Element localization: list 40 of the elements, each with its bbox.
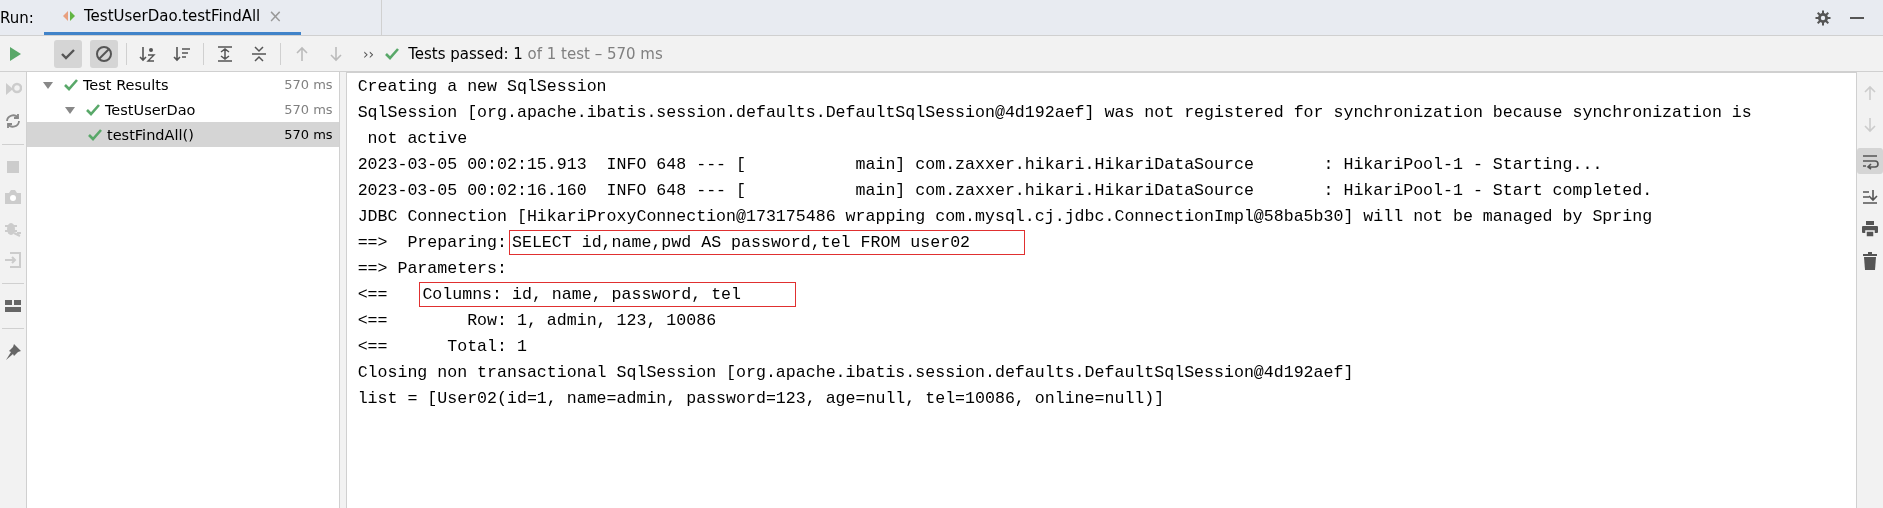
console-line: ==> Preparing: [357, 232, 507, 252]
console-line: <== [357, 284, 389, 304]
rerun-toggle-icon[interactable] [4, 112, 22, 130]
console-line: list = [User02(id=1, name=admin, password=123, age=null, tel=10086, online=null)] [357, 388, 1165, 408]
no-entry-icon [95, 44, 113, 63]
scroll-to-end-icon[interactable] [1861, 188, 1879, 206]
run-tab[interactable]: TestUserDao.testFindAll × [44, 0, 301, 35]
print-icon[interactable] [1861, 220, 1879, 238]
console-line: 2023-03-05 00:02:15.913 INFO 648 --- [ main] com.zaxxer.hikari.HikariDataSource : HikariPool-1 - Starting... [357, 154, 1603, 174]
soft-wrap-button[interactable] [1857, 148, 1883, 174]
test-summary: Tests passed: 1 of 1 test – 570 ms [408, 44, 663, 63]
tree-item[interactable]: Test Results 570 ms [26, 72, 339, 97]
soft-wrap-icon [1861, 152, 1879, 170]
check-icon [62, 77, 79, 92]
highlighted-text: Columns: id, name, password, tel [419, 281, 797, 307]
pin-icon[interactable] [4, 343, 22, 361]
console-line: JDBC Connection [HikariProxyConnection@173175486 wrapping com.mysql.cj.jdbc.ConnectionImpl@58ba5b30] will not be managed by Spring [357, 206, 1653, 226]
settings-icon[interactable] [1815, 9, 1831, 26]
console-line: ==> Parameters: [357, 258, 507, 278]
console-line: 2023-03-05 00:02:16.160 INFO 648 --- [ main] com.zaxxer.hikari.HikariDataSource : HikariPool-1 - Start completed. [357, 180, 1653, 200]
tree-item[interactable]: testFindAll() 570 ms [26, 122, 339, 147]
tree-item[interactable]: TestUserDao 570 ms [26, 97, 339, 122]
expand-arrow-icon[interactable] [42, 79, 53, 90]
layout-icon[interactable] [4, 298, 22, 314]
expand-arrow-icon[interactable] [64, 104, 75, 115]
console-line: Closing non transactional SqlSession [org.apache.ibatis.session.defaults.DefaultSqlSession@4d192aef] [357, 362, 1354, 382]
console-line: Creating a new SqlSession [357, 76, 607, 96]
console-line: <== Row: 1, admin, 123, 10086 [357, 310, 717, 330]
run-label: Run: [0, 7, 35, 29]
console-line: <== Total: 1 [357, 336, 527, 356]
show-ignored-button[interactable] [90, 39, 118, 68]
show-passed-button[interactable] [54, 39, 82, 68]
run-config-icon [62, 9, 76, 23]
trash-icon[interactable] [1862, 252, 1878, 270]
more-button[interactable]: ›› [363, 45, 375, 62]
console-line: SqlSession [org.apache.ibatis.session.defaults.DefaultSqlSession@4d192aef] was not registered for synchronization because synchronization is [357, 102, 1752, 122]
console-line: not active [366, 128, 468, 148]
check-icon [86, 127, 103, 142]
highlighted-text: SELECT id,name,pwd AS password,tel FROM user02 [509, 229, 1026, 255]
check-icon [84, 102, 101, 117]
